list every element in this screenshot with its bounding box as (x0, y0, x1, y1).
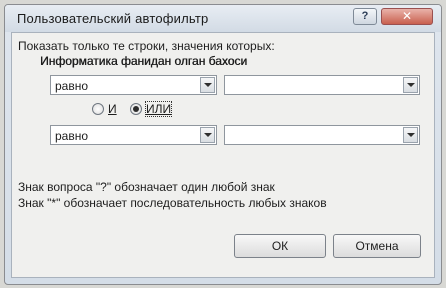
field-name-label: Информатика фанидан олган бахоси (40, 54, 248, 68)
instruction-text: Показать только те строки, значения кото… (18, 39, 275, 53)
chevron-down-icon[interactable] (403, 77, 418, 93)
chevron-down-icon[interactable] (403, 127, 418, 143)
close-button[interactable]: ✕ (381, 8, 433, 25)
condition2-operator-value: равно (55, 129, 89, 143)
custom-autofilter-dialog: Пользовательский автофильтр ? ✕ Показать… (4, 4, 442, 285)
dialog-title: Пользовательский автофильтр (17, 11, 209, 26)
title-bar[interactable]: Пользовательский автофильтр ? ✕ (5, 5, 441, 32)
condition1-value-input[interactable] (224, 75, 420, 95)
cancel-button[interactable]: Отмена (333, 234, 421, 258)
condition2-value-input[interactable] (224, 125, 420, 145)
chevron-down-icon[interactable] (200, 127, 215, 143)
dialog-body: Показать только те строки, значения кото… (11, 32, 435, 278)
condition1-operator-select[interactable]: равно (50, 75, 217, 95)
or-radio[interactable] (130, 103, 142, 115)
condition2-operator-select[interactable]: равно (50, 125, 217, 145)
and-radio[interactable] (92, 103, 104, 115)
hint-question-mark: Знак вопроса "?" обозначает один любой з… (18, 180, 275, 194)
condition1-operator-value: равно (55, 79, 89, 93)
chevron-down-icon[interactable] (200, 77, 215, 93)
and-radio-label[interactable]: И (108, 102, 117, 116)
hint-asterisk: Знак "*" обозначает последовательность л… (18, 196, 327, 210)
ok-button[interactable]: ОК (234, 234, 326, 258)
or-radio-label[interactable]: ИЛИ (144, 101, 173, 117)
help-button[interactable]: ? (353, 8, 377, 25)
